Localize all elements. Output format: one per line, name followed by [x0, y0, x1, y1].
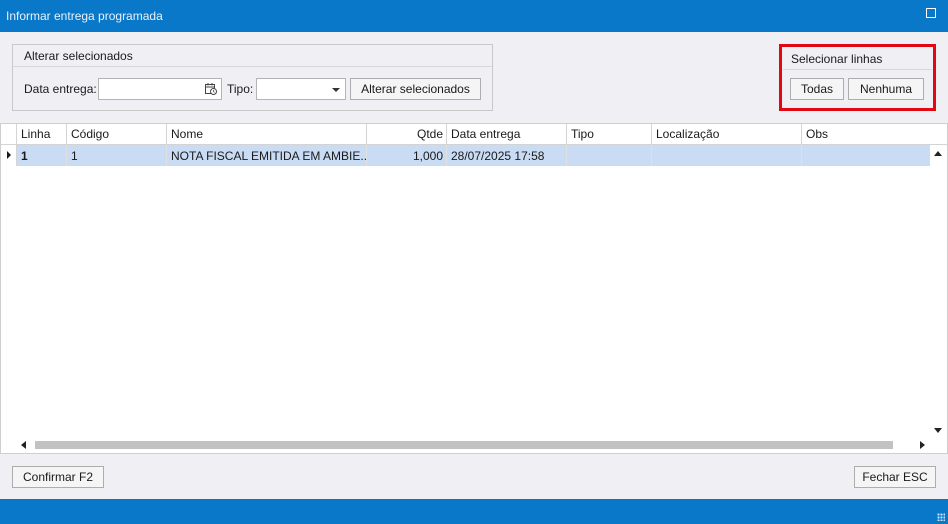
column-header-tipo[interactable]: Tipo — [567, 124, 652, 145]
title-bar: Informar entrega programada — [0, 0, 948, 32]
column-header-linha[interactable]: Linha — [17, 124, 67, 145]
cell-obs[interactable] — [802, 145, 931, 166]
calendar-icon[interactable] — [205, 83, 217, 95]
cell-linha[interactable]: 1 — [17, 145, 67, 166]
window-title: Informar entrega programada — [6, 9, 163, 23]
column-header-obs[interactable]: Obs — [802, 124, 931, 145]
cell-qtde[interactable]: 1,000 — [367, 145, 447, 166]
confirm-button[interactable]: Confirmar F2 — [12, 466, 104, 488]
scroll-left-icon[interactable] — [21, 441, 26, 449]
cell-nome[interactable]: NOTA FISCAL EMITIDA EM AMBIE... — [167, 145, 367, 166]
column-header-corner — [1, 124, 17, 145]
date-field[interactable] — [98, 78, 222, 100]
column-header-data-entrega[interactable]: Data entrega — [447, 124, 567, 145]
apply-selected-button[interactable]: Alterar selecionados — [350, 78, 481, 100]
date-label: Data entrega: — [24, 82, 97, 96]
table-row[interactable]: 1 1 NOTA FISCAL EMITIDA EM AMBIE... 1,00… — [17, 145, 931, 166]
column-header-scroll-spacer — [931, 124, 947, 145]
row-indicator[interactable] — [1, 145, 17, 166]
data-grid[interactable]: Linha Código Nome Qtde Data entrega Tipo… — [0, 123, 948, 454]
scroll-right-icon[interactable] — [920, 441, 925, 449]
cell-data-entrega[interactable]: 28/07/2025 17:58 — [447, 145, 567, 166]
vertical-scrollbar[interactable] — [930, 145, 947, 438]
status-bar — [0, 499, 948, 524]
type-select[interactable] — [256, 78, 346, 100]
maximize-icon[interactable] — [926, 8, 936, 18]
scroll-up-icon[interactable] — [934, 151, 942, 156]
column-header-codigo[interactable]: Código — [67, 124, 167, 145]
column-header-qtde[interactable]: Qtde — [367, 124, 447, 145]
close-button[interactable]: Fechar ESC — [854, 466, 936, 488]
highlight-box — [779, 44, 936, 111]
cell-localizacao[interactable] — [652, 145, 802, 166]
horizontal-scroll-thumb[interactable] — [35, 441, 893, 449]
row-indicator-icon — [7, 151, 11, 159]
chevron-down-icon[interactable] — [332, 88, 340, 92]
horizontal-scrollbar[interactable] — [17, 437, 931, 453]
cell-codigo[interactable]: 1 — [67, 145, 167, 166]
alter-selected-group-title: Alterar selecionados — [13, 45, 492, 67]
cell-tipo[interactable] — [567, 145, 652, 166]
resize-grip-icon[interactable] — [937, 513, 945, 521]
column-header-nome[interactable]: Nome — [167, 124, 367, 145]
type-label: Tipo: — [227, 82, 254, 96]
scroll-down-icon[interactable] — [934, 428, 942, 433]
column-header-localizacao[interactable]: Localização — [652, 124, 802, 145]
